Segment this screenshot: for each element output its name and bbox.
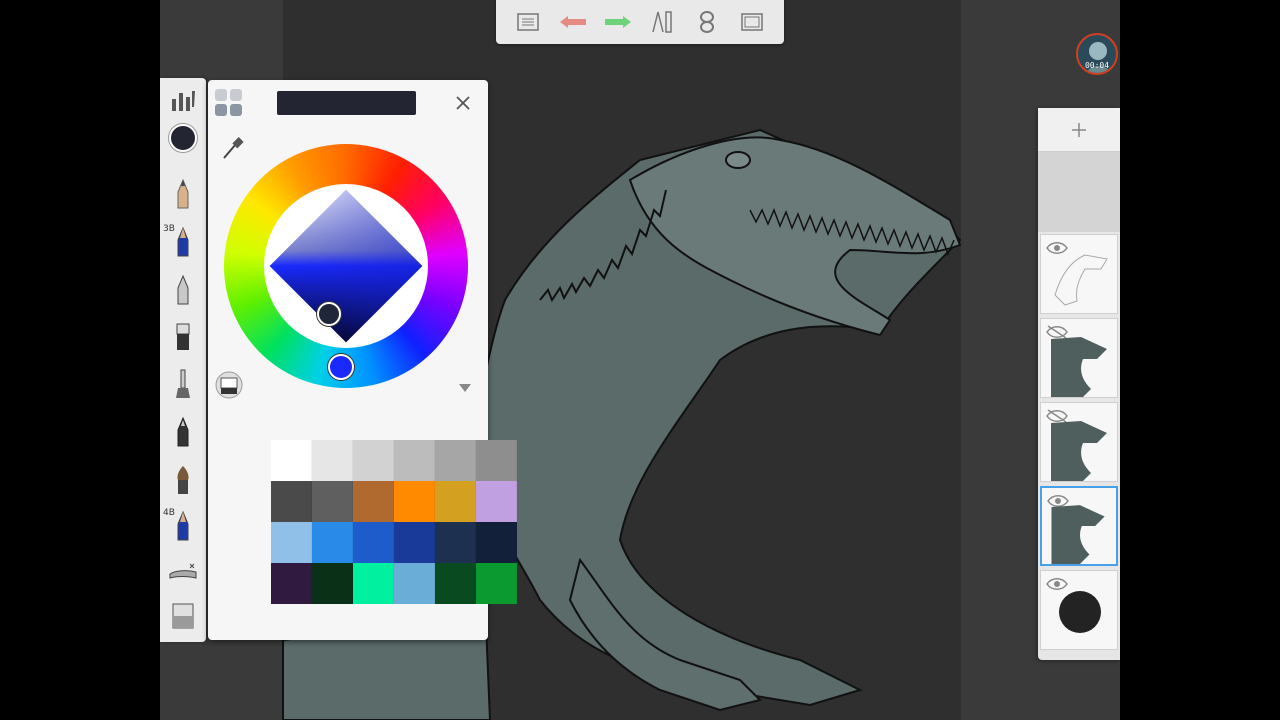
palette-swatch[interactable] — [435, 481, 476, 522]
palette-swatch[interactable] — [476, 522, 517, 563]
palette-swatch[interactable] — [271, 440, 312, 481]
smudge-icon — [169, 563, 197, 579]
ink-pen-tool[interactable] — [165, 414, 201, 450]
color-editor-panel — [208, 80, 517, 640]
palette-swatch[interactable] — [394, 440, 435, 481]
chevron-down-icon — [459, 384, 471, 392]
plus-icon — [1072, 122, 1086, 137]
palette-swatch[interactable] — [271, 563, 312, 604]
close-button[interactable] — [452, 92, 474, 114]
pencil-tool[interactable] — [165, 176, 201, 212]
undo-arrow-icon — [559, 16, 586, 28]
symmetry-icon — [699, 11, 714, 33]
list-icon — [517, 13, 540, 31]
marker-tool[interactable] — [165, 318, 201, 354]
current-color-swatch — [169, 124, 197, 152]
layer-item-1-active[interactable] — [1040, 486, 1118, 566]
fullscreen-button[interactable] — [738, 8, 766, 36]
pencil-3b-label: 3B — [163, 224, 175, 234]
layers-panel — [1038, 108, 1120, 660]
eraser-tool[interactable] — [165, 598, 201, 634]
palette-swatch[interactable] — [394, 522, 435, 563]
palette-swatch[interactable] — [312, 563, 353, 604]
layer-thumbnail — [1051, 337, 1107, 397]
pencil-4b-icon — [177, 510, 189, 541]
add-layer-button[interactable] — [1038, 108, 1120, 152]
recording-avatar[interactable]: 00:04 — [1076, 33, 1118, 75]
current-color-button[interactable] — [165, 120, 201, 156]
palette-swatch[interactable] — [353, 522, 394, 563]
palette-swatch[interactable] — [353, 481, 394, 522]
pencil-4b-tool[interactable]: 4B — [163, 508, 201, 544]
brush-library-icon — [172, 91, 195, 111]
layer-thumbnail — [1051, 505, 1105, 564]
ruler-icon — [652, 11, 673, 33]
hue-picker[interactable] — [328, 354, 354, 380]
layer-item-2[interactable] — [1040, 402, 1118, 482]
color-palette-grid — [271, 440, 519, 606]
ink-pen-icon — [177, 416, 189, 447]
palette-swatch[interactable] — [394, 481, 435, 522]
palette-swatch[interactable] — [435, 522, 476, 563]
palette-swatch[interactable] — [312, 440, 353, 481]
color-mode-button[interactable] — [214, 88, 244, 118]
pencil-3b-icon — [177, 226, 189, 257]
palette-swatch[interactable] — [312, 481, 353, 522]
palette-swatch[interactable] — [476, 563, 517, 604]
palette-swatch[interactable] — [271, 481, 312, 522]
symmetry-button[interactable] — [693, 8, 721, 36]
airbrush-tool[interactable] — [165, 366, 201, 402]
layer-thumbnail — [1054, 254, 1108, 306]
sketch-app: 3B 4B — [160, 0, 1120, 720]
redo-button[interactable] — [604, 8, 632, 36]
redo-arrow-icon — [604, 16, 631, 28]
empty-layer-space — [1038, 152, 1120, 232]
pen-icon — [177, 274, 189, 305]
brush-tool[interactable] — [165, 462, 201, 498]
pencil-4b-label: 4B — [163, 508, 175, 518]
palette-swatch[interactable] — [476, 481, 517, 522]
brush-preview-button[interactable] — [214, 370, 244, 400]
saturation-picker[interactable] — [317, 302, 341, 326]
pencil-icon — [177, 178, 189, 209]
pencil-3b-tool[interactable]: 3B — [163, 224, 201, 260]
background-color-dot[interactable] — [1059, 591, 1101, 633]
undo-button[interactable] — [559, 8, 587, 36]
eye-icon[interactable] — [1046, 577, 1068, 591]
color-mode-grid-icon — [215, 89, 242, 116]
layer-item-3[interactable] — [1040, 318, 1118, 398]
palette-swatch[interactable] — [435, 563, 476, 604]
smudge-tool[interactable] — [165, 554, 201, 590]
pen-tool[interactable] — [165, 272, 201, 308]
layer-item-background[interactable] — [1040, 570, 1118, 650]
top-toolbar — [496, 0, 784, 44]
fullscreen-icon — [740, 13, 763, 31]
palette-swatch[interactable] — [435, 440, 476, 481]
layers-list-button[interactable] — [514, 8, 542, 36]
brush-opacity-icon — [215, 371, 243, 399]
layer-item-sketch[interactable] — [1040, 234, 1118, 314]
brush-icon — [177, 466, 189, 494]
eraser-icon — [172, 603, 194, 629]
palette-swatch[interactable] — [394, 563, 435, 604]
palette-swatch[interactable] — [271, 522, 312, 563]
brush-library-button[interactable] — [165, 82, 201, 118]
close-icon — [456, 96, 470, 110]
recording-timer: 00:04 — [1084, 61, 1110, 70]
screen: 3B 4B 00:04 — [0, 0, 1280, 720]
palette-swatch[interactable] — [476, 440, 517, 481]
palette-swatch[interactable] — [312, 522, 353, 563]
ruler-button[interactable] — [648, 8, 676, 36]
airbrush-icon — [176, 369, 190, 398]
palette-swatch[interactable] — [353, 440, 394, 481]
marker-icon — [176, 323, 190, 350]
current-color-bar[interactable] — [277, 91, 416, 115]
color-wheel-area — [224, 144, 468, 388]
layer-thumbnail — [1051, 421, 1107, 481]
palette-swatch[interactable] — [353, 563, 394, 604]
palette-expand-toggle[interactable] — [458, 380, 472, 392]
brush-library-column: 3B 4B — [160, 78, 206, 642]
